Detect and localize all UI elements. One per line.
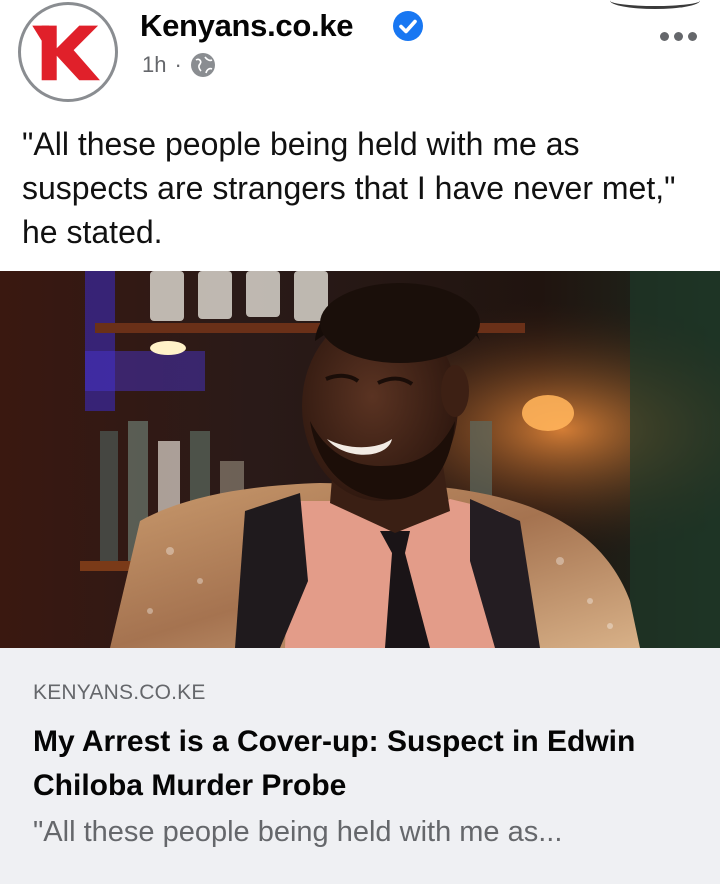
man-in-sequin-jacket-photo: [0, 271, 720, 648]
kenyans-logo-icon: [22, 6, 114, 98]
link-description: "All these people being held with me as.…: [33, 816, 563, 848]
top-edge-decoration: [610, 0, 700, 9]
more-dot: [674, 32, 683, 41]
more-options-button[interactable]: [660, 32, 697, 41]
meta-separator: ·: [174, 52, 182, 77]
page-name[interactable]: Kenyans.co.ke: [140, 8, 354, 44]
post-photo[interactable]: [0, 271, 720, 648]
more-options-icon: [660, 32, 669, 41]
post-time[interactable]: 1h: [142, 52, 166, 78]
page-avatar[interactable]: [18, 2, 118, 102]
post-meta: 1h ·: [142, 52, 216, 78]
globe-icon: [190, 53, 215, 77]
link-headline[interactable]: My Arrest is a Cover-up: Suspect in Edwi…: [33, 720, 693, 808]
link-preview-card[interactable]: KENYANS.CO.KE My Arrest is a Cover-up: S…: [0, 648, 720, 884]
verified-badge-icon: [393, 11, 423, 41]
more-dot: [688, 32, 697, 41]
post-caption: "All these people being held with me as …: [22, 126, 676, 250]
link-domain: KENYANS.CO.KE: [33, 681, 206, 704]
